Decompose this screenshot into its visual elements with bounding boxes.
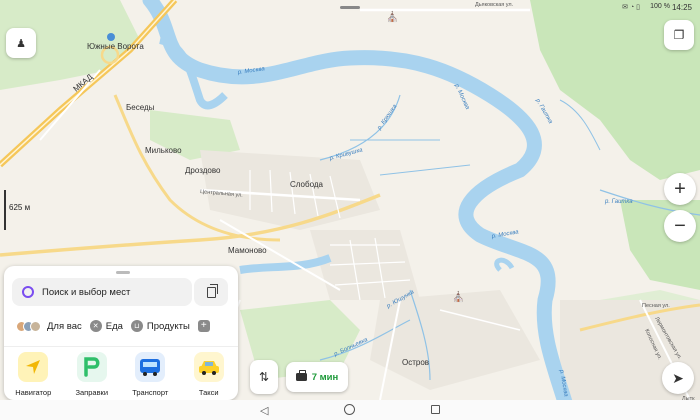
chip-for-you[interactable]: Для вас bbox=[16, 320, 82, 332]
back-icon[interactable]: ◁ bbox=[260, 404, 268, 417]
place-label-drozdovo: Дроздово bbox=[185, 166, 221, 175]
chip-more[interactable]: + bbox=[197, 320, 210, 332]
service-navigator[interactable]: Навигатор bbox=[5, 352, 61, 397]
status-icons: ✉ ◔ ▯ bbox=[622, 4, 640, 11]
service-fuel[interactable]: Заправки bbox=[64, 352, 120, 397]
battery-indicator: 100 % bbox=[650, 3, 670, 10]
layers-button[interactable]: ❐ bbox=[664, 20, 694, 50]
service-label: Транспорт bbox=[132, 388, 169, 397]
zoom-out-button[interactable]: − bbox=[664, 210, 696, 242]
service-transport[interactable]: Транспорт bbox=[122, 352, 178, 397]
my-location-button[interactable]: ➤ bbox=[662, 362, 694, 394]
svg-text:⛪: ⛪ bbox=[386, 10, 398, 23]
user-icon: ♟ bbox=[16, 37, 26, 50]
avatars-icon bbox=[16, 320, 41, 332]
chip-label: Продукты bbox=[146, 320, 190, 332]
scale-label: 625 м bbox=[9, 203, 31, 212]
taxi-icon bbox=[193, 352, 224, 382]
system-nav-bar: ◁ bbox=[0, 400, 700, 420]
route-swap-icon: ⇅ bbox=[258, 370, 270, 384]
fuel-p-icon bbox=[76, 352, 107, 382]
commute-eta-button[interactable]: 7 мин bbox=[286, 362, 348, 392]
scale-bar bbox=[4, 190, 6, 230]
basket-icon: ⊔ bbox=[130, 320, 143, 332]
chip-label: Для вас bbox=[47, 320, 82, 332]
navigator-arrow-icon bbox=[18, 352, 49, 382]
place-label-ostrov: Остров bbox=[402, 358, 429, 367]
search-placeholder: Поиск и выбор мест bbox=[42, 286, 131, 298]
river-label-gaitka-2: р. Гаитка bbox=[604, 199, 633, 205]
map-top-handle[interactable] bbox=[340, 6, 360, 9]
place-label-yuzhnye-vorota: Южные Ворота bbox=[87, 42, 144, 51]
eta-text: 7 мин bbox=[311, 371, 339, 383]
plus-icon: + bbox=[674, 178, 686, 200]
recent-apps-icon[interactable] bbox=[431, 405, 440, 414]
service-label: Навигатор bbox=[15, 388, 52, 397]
place-label-mamonovo: Мамоново bbox=[228, 246, 267, 255]
place-label-milkovo: Мильково bbox=[145, 146, 182, 155]
service-label: Такси bbox=[198, 388, 219, 397]
road-label-pesnaya: Песная ул. bbox=[642, 303, 670, 309]
chip-food[interactable]: ✕ Еда bbox=[89, 320, 123, 332]
place-label-besedy: Беседы bbox=[126, 103, 155, 112]
user-profile-button[interactable]: ♟ bbox=[6, 28, 36, 58]
bus-icon bbox=[135, 352, 166, 382]
bookmark-icon bbox=[206, 283, 218, 298]
chip-label: Еда bbox=[105, 320, 123, 332]
minus-icon: − bbox=[674, 215, 686, 237]
place-label-sloboda: Слобода bbox=[290, 180, 324, 189]
plus-icon: + bbox=[197, 320, 210, 332]
service-taxi[interactable]: Такси bbox=[181, 352, 237, 397]
bottom-sheet: Поиск и выбор мест Для вас ✕ Еда ⊔ Проду… bbox=[4, 266, 238, 400]
status-time: 14:25 bbox=[671, 3, 692, 12]
alice-icon[interactable] bbox=[22, 286, 34, 298]
briefcase-icon bbox=[295, 370, 307, 381]
category-chips: Для вас ✕ Еда ⊔ Продукты + bbox=[16, 320, 210, 332]
panel-divider bbox=[4, 346, 238, 347]
fork-knife-icon: ✕ bbox=[89, 320, 102, 332]
zoom-in-button[interactable]: + bbox=[664, 173, 696, 205]
service-label: Заправки bbox=[75, 388, 109, 397]
route-swap-button[interactable]: ⇅ bbox=[250, 360, 278, 394]
search-input[interactable]: Поиск и выбор мест bbox=[12, 278, 192, 306]
service-shortcuts: Навигатор Заправки Транспорт Такси bbox=[4, 352, 238, 397]
svg-text:⛪: ⛪ bbox=[452, 290, 464, 303]
home-icon[interactable] bbox=[344, 404, 355, 415]
layers-icon: ❐ bbox=[673, 28, 685, 42]
sheet-handle[interactable] bbox=[116, 271, 130, 274]
bookmarks-button[interactable] bbox=[194, 278, 228, 306]
chip-groceries[interactable]: ⊔ Продукты bbox=[130, 320, 190, 332]
road-label-dyakovskaya: Дьяковская ул. bbox=[475, 2, 514, 8]
location-arrow-icon: ➤ bbox=[672, 370, 684, 386]
